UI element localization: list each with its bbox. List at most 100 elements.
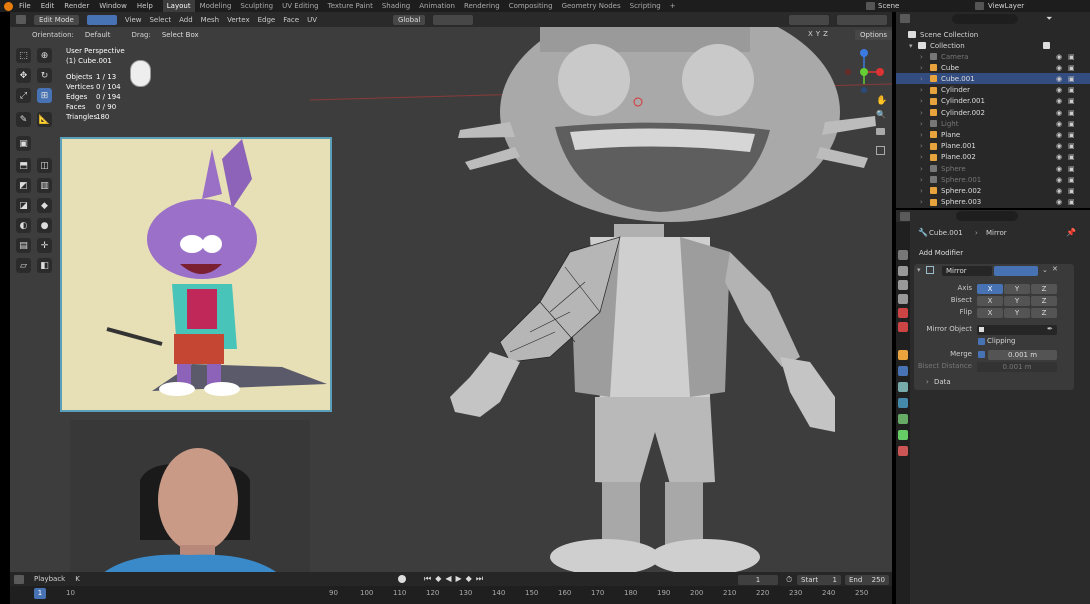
outliner-row[interactable]: › Cube.001 ◉ ▣ [896,73,1090,85]
select-box-tool-icon[interactable]: ⬚ [16,48,31,63]
menu-edge[interactable]: Edge [258,16,276,24]
scene-tab-icon[interactable] [898,308,908,318]
mode-selector[interactable]: Edit Mode [34,14,79,25]
gizmo-x-ball[interactable] [876,68,884,76]
expand-arrow-icon[interactable]: › [920,97,923,105]
data-expand-arrow-icon[interactable]: › [926,378,929,386]
mirror-object-field[interactable] [977,325,1057,335]
record-button-icon[interactable] [398,575,406,583]
shading-mode-buttons[interactable] [837,14,888,25]
render-camera-icon[interactable]: ▣ [1068,153,1075,161]
camera-view-icon[interactable] [876,128,885,135]
world-tab-icon[interactable] [898,322,908,332]
outliner-row[interactable]: › Cylinder.001 ◉ ▣ [896,96,1090,107]
end-frame-field[interactable]: End 250 [845,575,889,585]
render-camera-icon[interactable]: ▣ [1068,120,1075,128]
scene-selector[interactable]: Scene [878,0,938,12]
clipping-checkbox[interactable] [978,338,985,345]
transform-tool-icon[interactable]: ⊞ [37,88,52,103]
view-layer-tab-icon[interactable] [898,294,908,304]
visibility-eye-icon[interactable]: ◉ [1056,120,1062,128]
workspace-tab-shading[interactable]: Shading [378,0,414,12]
outliner-row[interactable]: › Sphere.003 ◉ ▣ [896,197,1090,208]
gizmo-neg-x-ball[interactable] [845,69,851,75]
expand-arrow-icon[interactable]: › [920,165,923,173]
collection-checkbox[interactable] [1043,42,1050,49]
expand-arrow-icon[interactable]: › [920,64,923,72]
render-camera-icon[interactable]: ▣ [1068,86,1075,94]
menu-view[interactable]: View [125,16,142,24]
visibility-eye-icon[interactable]: ◉ [1056,153,1062,161]
move-tool-icon[interactable]: ✥ [16,68,31,83]
data-subpanel-label[interactable]: Data [934,378,951,386]
playhead-frame[interactable]: 1 [34,588,46,599]
output-tab-icon[interactable] [898,280,908,290]
select-mode-buttons[interactable] [86,14,117,25]
outliner-row[interactable]: › Plane ◉ ▣ [896,129,1090,140]
outliner-search-input[interactable] [952,14,1018,24]
visibility-eye-icon[interactable]: ◉ [1056,165,1062,173]
render-camera-icon[interactable]: ▣ [1068,165,1075,173]
knife-tool-icon[interactable]: ◪ [16,198,31,213]
outliner-row[interactable]: › Camera ◉ ▣ [896,51,1090,62]
grid-view-icon[interactable] [876,146,885,155]
object-tab-icon[interactable] [898,350,908,360]
axis-y-button[interactable]: Y [1004,284,1030,294]
workspace-tab-geometry-nodes[interactable]: Geometry Nodes [558,0,625,12]
outliner-row[interactable]: › Sphere.001 ◉ ▣ [896,174,1090,185]
render-camera-icon[interactable]: ▣ [1068,64,1075,72]
merge-checkbox[interactable] [978,351,985,358]
hand-pan-icon[interactable]: ✋ [876,96,887,106]
menu-edit[interactable]: Edit [41,2,55,10]
flip-y-button[interactable]: Y [1004,308,1030,318]
material-tab-icon[interactable] [898,446,908,456]
expand-arrow-icon[interactable]: › [920,142,923,150]
overlay-toggles[interactable] [789,14,830,25]
visibility-eye-icon[interactable]: ◉ [1056,64,1062,72]
visibility-eye-icon[interactable]: ◉ [1056,109,1062,117]
navigation-gizmo[interactable] [840,48,890,98]
workspace-tab-uv-editing[interactable]: UV Editing [278,0,323,12]
properties-search-input[interactable] [956,211,1018,221]
visibility-eye-icon[interactable]: ◉ [1056,131,1062,139]
outliner-row[interactable]: › Light ◉ ▣ [896,118,1090,129]
inset-tool-icon[interactable]: ◫ [37,158,52,173]
expand-arrow-icon[interactable]: ▾ [909,42,913,50]
axis-z-button[interactable]: Z [1031,284,1057,294]
expand-arrow-icon[interactable]: › [920,131,923,139]
menu-add[interactable]: Add [179,16,193,24]
bisect-x-button[interactable]: X [977,296,1003,306]
gizmo-neg-z-ball[interactable] [861,87,867,93]
spin-tool-icon[interactable]: ◐ [16,218,31,233]
menu-select[interactable]: Select [149,16,171,24]
keying-menu[interactable]: K [75,575,80,583]
rip-tool-icon[interactable]: ◧ [37,258,52,273]
measure-tool-icon[interactable]: 📐 [37,112,52,127]
bisect-z-button[interactable]: Z [1031,296,1057,306]
menu-face[interactable]: Face [283,16,299,24]
menu-uv[interactable]: UV [307,16,317,24]
add-modifier-button[interactable]: Add Modifier [914,247,1074,259]
workspace-tab-compositing[interactable]: Compositing [505,0,557,12]
expand-arrow-icon[interactable]: › [920,153,923,161]
visibility-eye-icon[interactable]: ◉ [1056,75,1062,83]
modifier-visibility-toggles[interactable] [994,266,1038,276]
expand-arrow-icon[interactable]: › [920,176,923,184]
outliner-row[interactable]: › Cylinder ◉ ▣ [896,85,1090,96]
modifier-tab-icon[interactable] [898,366,908,376]
outliner-row[interactable]: › Cylinder.002 ◉ ▣ [896,107,1090,118]
constraints-tab-icon[interactable] [898,414,908,424]
merge-distance-field[interactable]: 0.001 m [988,350,1057,360]
gizmo-z-ball[interactable] [860,49,868,57]
render-camera-icon[interactable]: ▣ [1068,131,1075,139]
editor-type-icon[interactable] [16,15,26,24]
visibility-eye-icon[interactable]: ◉ [1056,97,1062,105]
tool-tab-icon[interactable] [898,250,908,260]
visibility-eye-icon[interactable]: ◉ [1056,198,1062,206]
render-camera-icon[interactable]: ▣ [1068,187,1075,195]
workspace-tab-scripting[interactable]: Scripting [626,0,665,12]
menu-window[interactable]: Window [99,2,127,10]
jump-start-icon[interactable]: ⏮ [424,574,431,584]
cursor-tool-icon[interactable]: ⊕ [37,48,52,63]
drag-selector[interactable]: Select Box [157,30,204,40]
